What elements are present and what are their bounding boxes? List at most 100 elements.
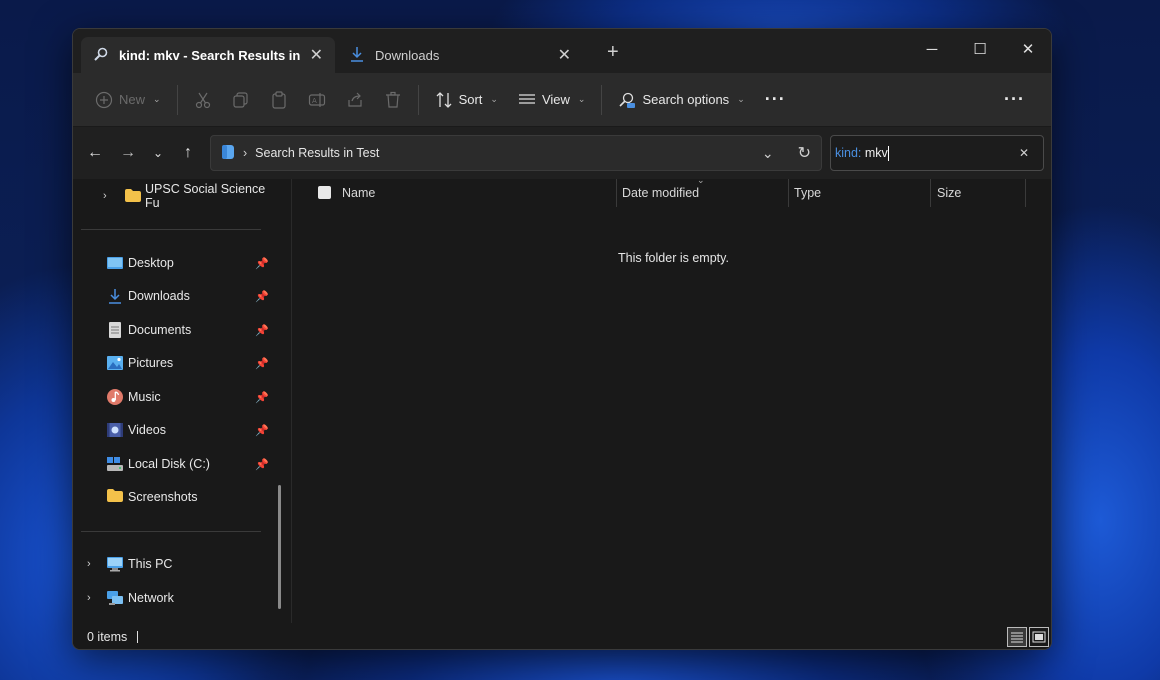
search-query: mkv	[861, 146, 888, 160]
scissors-icon	[194, 91, 212, 109]
new-button[interactable]: New ⌄	[85, 83, 171, 117]
download-icon	[349, 46, 365, 65]
search-options-icon	[618, 91, 636, 109]
sidebar-item-upsc-folder[interactable]: › UPSC Social Science Fu	[73, 181, 273, 211]
refresh-icon[interactable]: ↻	[798, 143, 811, 163]
paste-button[interactable]	[260, 83, 298, 117]
close-window-button[interactable]: ✕	[1005, 35, 1051, 63]
search-icon	[93, 46, 109, 65]
search-input[interactable]: kind: mkv ✕	[830, 135, 1044, 171]
copy-button[interactable]	[222, 83, 260, 117]
column-label: Name	[342, 186, 376, 200]
column-label: Date modified	[622, 186, 700, 200]
pin-icon[interactable]: 📌	[255, 391, 269, 404]
new-label: New	[119, 92, 146, 107]
sidebar-item-network[interactable]: › Network	[73, 583, 273, 613]
column-header-name[interactable]: Name	[342, 179, 612, 207]
sidebar-item-local-disk[interactable]: Local Disk (C:) 📌	[73, 449, 273, 479]
sidebar-item-label: Music	[128, 390, 161, 404]
pin-icon[interactable]: 📌	[255, 424, 269, 437]
new-tab-button[interactable]: +	[607, 41, 619, 64]
pin-icon[interactable]: 📌	[255, 290, 269, 303]
download-icon	[107, 288, 123, 304]
close-tab-icon[interactable]: ✕	[558, 45, 571, 65]
column-label: Type	[794, 186, 822, 200]
chevron-right-icon[interactable]: ›	[87, 592, 91, 604]
tab-downloads[interactable]: Downloads ✕	[337, 37, 583, 73]
column-separator[interactable]	[788, 179, 789, 207]
tiles-view-icon	[1032, 631, 1046, 643]
details-view-button[interactable]	[1007, 627, 1027, 647]
address-dropdown-icon[interactable]: ⌄	[762, 145, 774, 162]
separator	[417, 84, 419, 115]
file-explorer-window: kind: mkv - Search Results in ✕ Download…	[72, 28, 1052, 650]
sidebar-item-music[interactable]: Music 📌	[73, 382, 273, 412]
divider	[81, 229, 261, 230]
sidebar-item-downloads[interactable]: Downloads 📌	[73, 281, 273, 311]
maximize-button[interactable]: ☐	[957, 35, 1003, 63]
breadcrumb[interactable]: Search Results in Test	[255, 146, 379, 160]
sidebar-scrollbar[interactable]	[278, 485, 281, 609]
search-kind-prefix: kind:	[835, 146, 862, 160]
plus-circle-icon	[95, 91, 113, 109]
sidebar-item-desktop[interactable]: Desktop 📌	[73, 248, 273, 278]
sort-label: Sort	[458, 92, 483, 107]
breadcrumb-chevron-icon: ›	[243, 146, 248, 160]
forward-button[interactable]: →	[116, 141, 140, 165]
sidebar-item-this-pc[interactable]: › This PC	[73, 549, 273, 579]
search-options-label: Search options	[642, 92, 730, 107]
column-separator[interactable]	[1025, 179, 1026, 207]
computer-icon	[107, 556, 123, 572]
desktop-icon	[107, 255, 123, 271]
sidebar-item-pictures[interactable]: Pictures 📌	[73, 348, 273, 378]
pin-icon[interactable]: 📌	[255, 458, 269, 471]
column-separator[interactable]	[930, 179, 931, 207]
search-folder-icon	[221, 144, 235, 163]
folder-icon	[125, 189, 141, 205]
see-more-button[interactable]: ···	[755, 83, 796, 117]
share-button[interactable]	[336, 83, 374, 117]
tab-search-results[interactable]: kind: mkv - Search Results in ✕	[81, 37, 335, 73]
minimize-button[interactable]: ─	[909, 35, 955, 63]
column-header-size[interactable]: Size	[937, 179, 1017, 207]
clear-search-icon[interactable]: ✕	[1019, 146, 1029, 160]
drive-icon	[107, 456, 123, 472]
chevron-down-icon: ⌄	[737, 94, 745, 104]
pin-icon[interactable]: 📌	[255, 257, 269, 270]
large-icons-view-button[interactable]	[1029, 627, 1049, 647]
sidebar-item-label: This PC	[128, 557, 173, 571]
sidebar-item-screenshots[interactable]: Screenshots	[73, 482, 273, 512]
svg-text:A: A	[312, 97, 317, 105]
view-button[interactable]: View ⌄	[508, 83, 596, 117]
select-all-checkbox[interactable]	[318, 186, 331, 199]
column-separator[interactable]	[616, 179, 617, 207]
more-icon: ···	[1004, 89, 1025, 109]
search-options-button[interactable]: Search options ⌄	[608, 83, 754, 117]
address-bar[interactable]: › Search Results in Test ⌄ ↻	[210, 135, 822, 171]
rename-button[interactable]: A	[298, 83, 336, 117]
recent-locations-button[interactable]: ⌄	[146, 141, 170, 165]
item-count: 0 items	[87, 630, 128, 644]
pin-icon[interactable]: 📌	[255, 324, 269, 337]
rename-icon: A	[308, 91, 326, 109]
back-button[interactable]: ←	[83, 141, 107, 165]
tab-title: Downloads	[375, 47, 440, 63]
file-list: Name Date modified ⌄ Type Size This fold…	[292, 175, 1051, 623]
sidebar-item-documents[interactable]: Documents 📌	[73, 315, 273, 345]
close-tab-icon[interactable]: ✕	[310, 45, 323, 65]
up-button[interactable]: ↑	[176, 141, 200, 165]
cut-button[interactable]	[184, 83, 222, 117]
chevron-right-icon[interactable]: ›	[103, 190, 107, 202]
delete-button[interactable]	[374, 83, 412, 117]
pin-icon[interactable]: 📌	[255, 357, 269, 370]
overflow-more-button[interactable]: ···	[994, 83, 1035, 117]
column-header-type[interactable]: Type	[794, 179, 924, 207]
sidebar-item-label: Videos	[128, 423, 166, 437]
empty-folder-message: This folder is empty.	[618, 251, 729, 265]
sidebar-item-videos[interactable]: Videos 📌	[73, 415, 273, 445]
chevron-right-icon[interactable]: ›	[87, 558, 91, 570]
sort-button[interactable]: Sort ⌄	[425, 83, 508, 117]
chevron-down-icon: ⌄	[490, 94, 498, 104]
status-divider	[137, 631, 139, 643]
sort-indicator-icon: ⌄	[697, 175, 705, 185]
